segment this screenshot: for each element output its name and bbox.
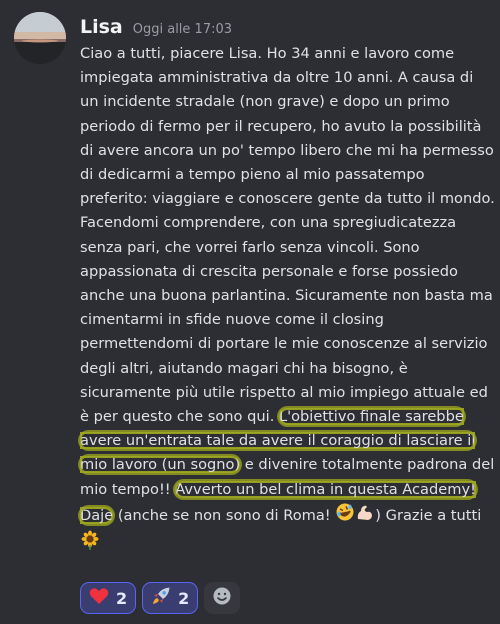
username[interactable]: Lisa bbox=[80, 16, 123, 38]
reaction-count: 2 bbox=[116, 588, 128, 608]
message-text: Ciao a tutti, piacere Lisa. Ho 34 anni e… bbox=[77, 42, 496, 558]
message-text-aside: (anche se non sono di Roma! bbox=[113, 506, 336, 524]
reaction-rocket-button[interactable]: 2 bbox=[142, 582, 199, 614]
rocket-icon bbox=[151, 586, 171, 610]
timestamp: Oggi alle 17:03 bbox=[132, 22, 233, 37]
red-heart-icon bbox=[89, 587, 109, 609]
reaction-heart-button[interactable]: 2 bbox=[80, 582, 137, 614]
reaction-count: 2 bbox=[178, 588, 190, 608]
message-header: Lisa Oggi alle 17:03 bbox=[80, 16, 232, 38]
add-reaction-button[interactable] bbox=[204, 582, 241, 614]
add-reaction-smiley-icon bbox=[212, 586, 232, 610]
sunflower-icon bbox=[80, 530, 100, 558]
rolling-on-floor-laughing-icon bbox=[335, 502, 355, 530]
message-text-intro: Ciao a tutti, piacere Lisa. Ho 34 anni e… bbox=[80, 45, 495, 426]
avatar-sunset-image bbox=[14, 12, 66, 64]
reactions-bar: 2 2 bbox=[80, 582, 241, 614]
avatar[interactable] bbox=[14, 12, 66, 64]
chat-message: Lisa Oggi alle 17:03 Ciao a tutti, piace… bbox=[0, 0, 500, 624]
message-text-closing: ) Grazie a tutti bbox=[375, 506, 482, 524]
message-content: Ciao a tutti, piacere Lisa. Ho 34 anni e… bbox=[77, 42, 496, 558]
flexed-biceps-icon bbox=[355, 502, 375, 530]
